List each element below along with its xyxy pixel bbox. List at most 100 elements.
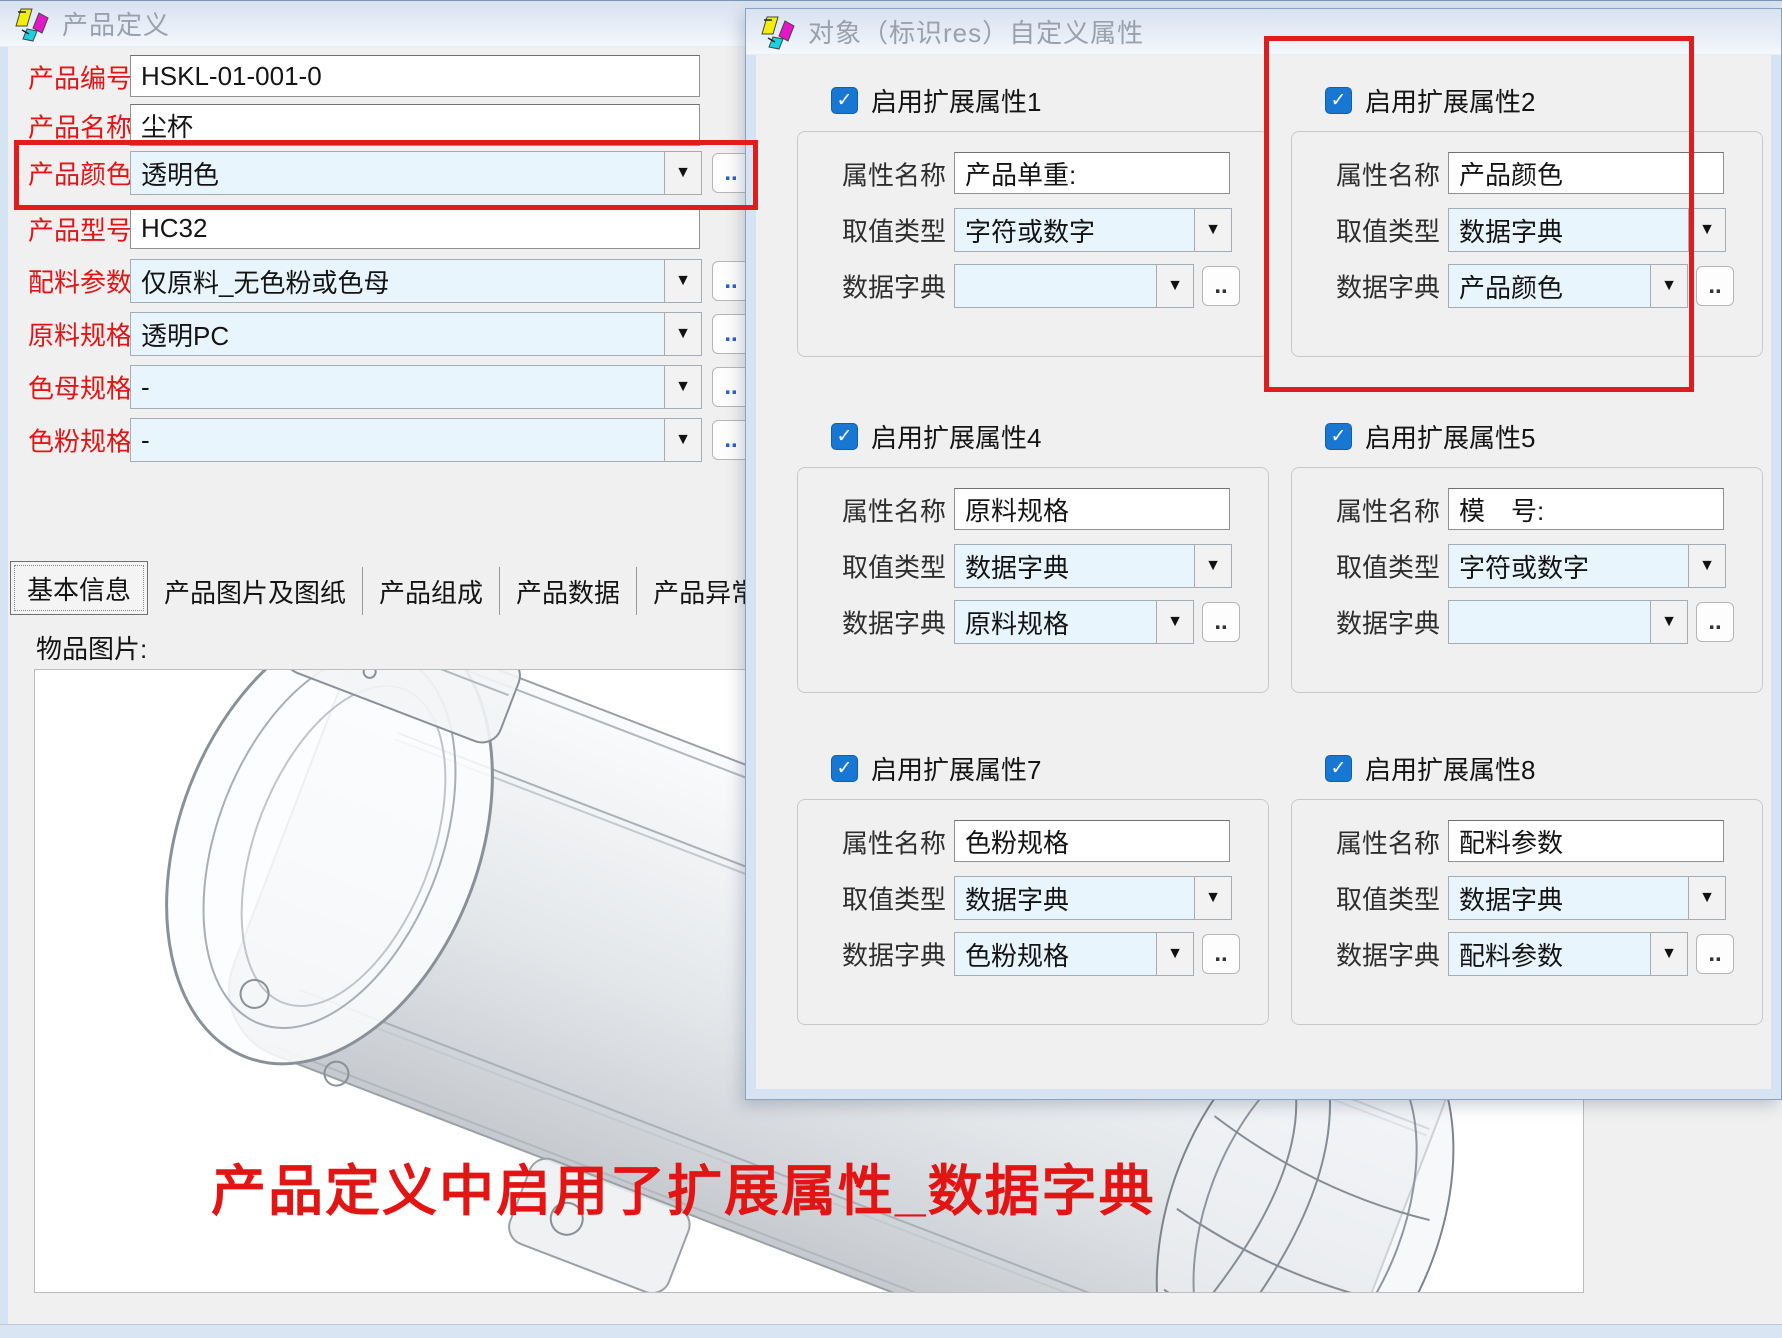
attr-name-input[interactable]: [1448, 152, 1724, 194]
tab-product-composition[interactable]: 产品组成: [363, 567, 500, 615]
dropdown-arrow-icon[interactable]: ▼: [1688, 545, 1725, 587]
value-type-combo[interactable]: 字符或数字 ▼: [954, 208, 1232, 252]
ext-attr-group-7: ✓ 启用扩展属性7 属性名称 取值类型 数据字典 ▼ 数据字典: [797, 753, 1269, 1025]
ext-attr-7-label: 启用扩展属性7: [871, 750, 1041, 787]
window-left-border: [0, 47, 8, 1338]
product-name-input[interactable]: [130, 104, 700, 146]
dropdown-arrow-icon[interactable]: ▼: [664, 366, 701, 408]
attr-name-label: 属性名称: [1336, 492, 1440, 529]
ext-attr-7-box: 属性名称 取值类型 数据字典 ▼ 数据字典 色粉规格 ▼ ..: [797, 799, 1269, 1025]
value-type-combo[interactable]: 字符或数字 ▼: [1448, 544, 1726, 588]
tab-product-images[interactable]: 产品图片及图纸: [148, 567, 363, 615]
checkbox-ext-attr-7[interactable]: ✓: [831, 755, 858, 782]
ext-attr-4-box: 属性名称 取值类型 数据字典 ▼ 数据字典 原料规格 ▼ ..: [797, 467, 1269, 693]
product-color-combo[interactable]: 透明色 ▼: [130, 151, 702, 195]
dropdown-arrow-icon[interactable]: ▼: [1194, 545, 1231, 587]
data-dict-combo[interactable]: 色粉规格 ▼: [954, 932, 1194, 976]
data-dict-label: 数据字典: [1336, 936, 1440, 973]
attr-name-label: 属性名称: [842, 492, 946, 529]
item-image-label: 物品图片:: [36, 629, 147, 666]
custom-properties-titlebar[interactable]: 对象（标识res）自定义属性: [746, 9, 1781, 55]
attr-name-label: 属性名称: [1336, 824, 1440, 861]
ext-attr-1-label: 启用扩展属性1: [871, 82, 1041, 119]
data-dict-combo[interactable]: ▼: [954, 264, 1194, 308]
attr-name-label: 属性名称: [842, 156, 946, 193]
toner-spec-combo[interactable]: - ▼: [130, 418, 702, 462]
data-dict-more-button[interactable]: ..: [1202, 602, 1240, 642]
value-type-label: 取值类型: [842, 212, 946, 249]
app-icon: [760, 14, 796, 50]
value-type-value: 字符或数字: [1449, 545, 1688, 587]
checkbox-ext-attr-2[interactable]: ✓: [1325, 87, 1352, 114]
data-dict-more-button[interactable]: ..: [1696, 602, 1734, 642]
tab-basic-info[interactable]: 基本信息: [10, 561, 148, 615]
tab-product-data[interactable]: 产品数据: [500, 567, 637, 615]
product-color-value: 透明色: [131, 152, 664, 194]
annotation-caption: 产品定义中启用了扩展属性_数据字典: [211, 1146, 1156, 1226]
ext-attr-2-label: 启用扩展属性2: [1365, 82, 1535, 119]
data-dict-combo[interactable]: 配料参数 ▼: [1448, 932, 1688, 976]
raw-material-spec-combo[interactable]: 透明PC ▼: [130, 312, 702, 356]
data-dict-more-button[interactable]: ..: [1696, 266, 1734, 306]
attr-name-input[interactable]: [954, 820, 1230, 862]
ext-attr-group-4: ✓ 启用扩展属性4 属性名称 取值类型 数据字典 ▼ 数据字典: [797, 421, 1269, 693]
dropdown-arrow-icon[interactable]: ▼: [1156, 265, 1193, 307]
dropdown-arrow-icon[interactable]: ▼: [1650, 265, 1687, 307]
dropdown-arrow-icon[interactable]: ▼: [1194, 877, 1231, 919]
dropdown-arrow-icon[interactable]: ▼: [1650, 933, 1687, 975]
data-dict-label: 数据字典: [842, 268, 946, 305]
checkbox-ext-attr-4[interactable]: ✓: [831, 423, 858, 450]
data-dict-combo[interactable]: 原料规格 ▼: [954, 600, 1194, 644]
attr-name-input[interactable]: [1448, 820, 1724, 862]
data-dict-value: 配料参数: [1449, 933, 1650, 975]
dropdown-arrow-icon[interactable]: ▼: [1156, 933, 1193, 975]
dropdown-arrow-icon[interactable]: ▼: [1650, 601, 1687, 643]
data-dict-more-button[interactable]: ..: [1202, 266, 1240, 306]
data-dict-combo[interactable]: ▼: [1448, 600, 1688, 644]
ingredient-params-combo[interactable]: 仅原料_无色粉或色母 ▼: [130, 259, 702, 303]
value-type-value: 数据字典: [1449, 877, 1688, 919]
product-code-input[interactable]: [130, 55, 700, 97]
product-model-input[interactable]: [130, 207, 700, 249]
data-dict-value: 产品颜色: [1449, 265, 1650, 307]
attr-name-input[interactable]: [954, 488, 1230, 530]
dropdown-arrow-icon[interactable]: ▼: [664, 260, 701, 302]
masterbatch-spec-label: 色母规格: [28, 369, 132, 406]
dropdown-arrow-icon[interactable]: ▼: [1156, 601, 1193, 643]
window-title: 产品定义: [62, 5, 170, 42]
value-type-combo[interactable]: 数据字典 ▼: [954, 876, 1232, 920]
ext-attr-8-label: 启用扩展属性8: [1365, 750, 1535, 787]
checkbox-ext-attr-8[interactable]: ✓: [1325, 755, 1352, 782]
ext-attr-8-box: 属性名称 取值类型 数据字典 ▼ 数据字典 配料参数 ▼ ..: [1291, 799, 1763, 1025]
attr-name-input[interactable]: [954, 152, 1230, 194]
value-type-label: 取值类型: [842, 880, 946, 917]
attr-name-input[interactable]: [1448, 488, 1724, 530]
dropdown-arrow-icon[interactable]: ▼: [1194, 209, 1231, 251]
ext-attr-1-box: 属性名称 取值类型 字符或数字 ▼ 数据字典 ▼ ..: [797, 131, 1269, 357]
dropdown-arrow-icon[interactable]: ▼: [664, 313, 701, 355]
data-dict-more-button[interactable]: ..: [1202, 934, 1240, 974]
field-row-product-name: 产品名称:: [28, 104, 768, 148]
ext-attr-group-5: ✓ 启用扩展属性5 属性名称 取值类型 字符或数字 ▼ 数据字典: [1291, 421, 1763, 693]
value-type-combo[interactable]: 数据字典 ▼: [954, 544, 1232, 588]
dropdown-arrow-icon[interactable]: ▼: [1688, 877, 1725, 919]
dropdown-arrow-icon[interactable]: ▼: [1688, 209, 1725, 251]
checkbox-ext-attr-5[interactable]: ✓: [1325, 423, 1352, 450]
field-row-masterbatch-spec: 色母规格 - ▼ ..: [28, 365, 768, 409]
checkbox-ext-attr-1[interactable]: ✓: [831, 87, 858, 114]
product-name-label: 产品名称:: [28, 108, 139, 145]
attr-name-label: 属性名称: [1336, 156, 1440, 193]
masterbatch-spec-combo[interactable]: - ▼: [130, 365, 702, 409]
data-dict-combo[interactable]: 产品颜色 ▼: [1448, 264, 1688, 308]
dropdown-arrow-icon[interactable]: ▼: [664, 152, 701, 194]
value-type-label: 取值类型: [1336, 212, 1440, 249]
attr-name-label: 属性名称: [842, 824, 946, 861]
data-dict-more-button[interactable]: ..: [1696, 934, 1734, 974]
data-dict-value: [955, 265, 1156, 307]
product-model-label: 产品型号:: [28, 211, 139, 248]
value-type-combo[interactable]: 数据字典 ▼: [1448, 208, 1726, 252]
toner-spec-value: -: [131, 419, 664, 461]
value-type-combo[interactable]: 数据字典 ▼: [1448, 876, 1726, 920]
dropdown-arrow-icon[interactable]: ▼: [664, 419, 701, 461]
value-type-label: 取值类型: [1336, 548, 1440, 585]
